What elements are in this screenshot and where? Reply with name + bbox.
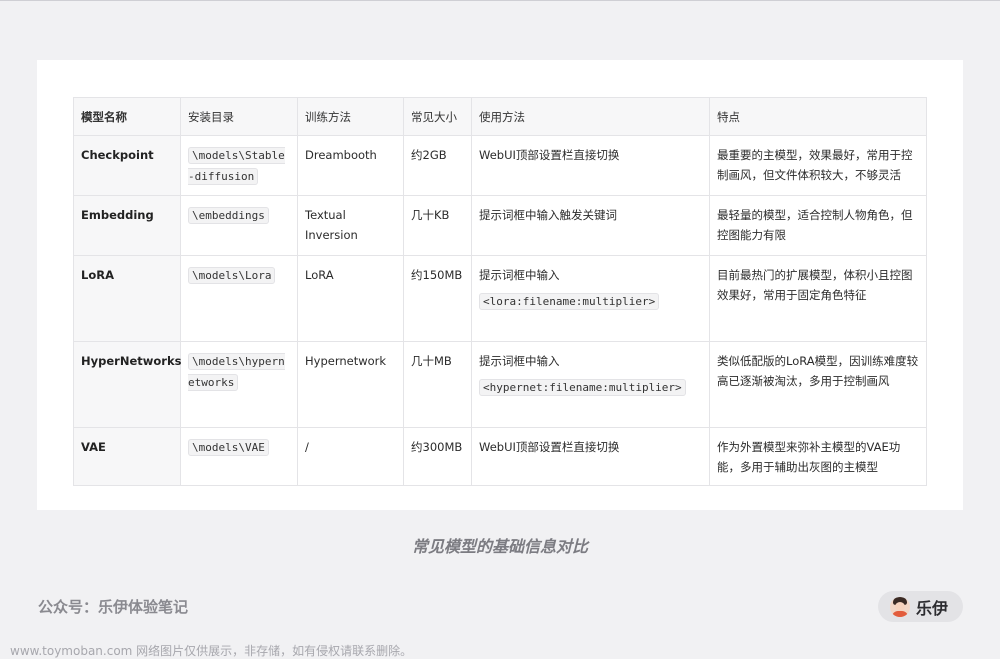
install-dir-cell: \models\Stable-diffusion bbox=[180, 135, 298, 196]
model-name-cell: LoRA bbox=[73, 255, 181, 342]
table-row: Embedding \embeddings Textual Inversion … bbox=[73, 195, 927, 256]
author-name: 乐伊 bbox=[916, 598, 949, 618]
install-dir-code: \models\VAE bbox=[188, 439, 269, 456]
features-cell: 类似低配版的LoRA模型，因训练难度较高已逐渐被淘汰，多用于控制画风 bbox=[709, 341, 927, 428]
install-dir-code: \models\Lora bbox=[188, 267, 276, 284]
model-name-cell: Embedding bbox=[73, 195, 181, 256]
training-method-cell: LoRA bbox=[297, 255, 404, 342]
model-comparison-table: 模型名称 安装目录 训练方法 常见大小 使用方法 特点 Checkpoint \… bbox=[73, 97, 927, 486]
header-cell: 训练方法 bbox=[297, 97, 404, 136]
training-method-cell: Hypernetwork bbox=[297, 341, 404, 428]
table-row: HyperNetworks \models\hypernetworks Hype… bbox=[73, 341, 927, 428]
install-dir-cell: \models\VAE bbox=[180, 427, 298, 486]
usage-cell: WebUI顶部设置栏直接切换 bbox=[471, 427, 710, 486]
author-badge[interactable]: 乐伊 bbox=[878, 591, 963, 622]
header-cell: 特点 bbox=[709, 97, 927, 136]
top-divider bbox=[0, 0, 1000, 1]
size-cell: 几十KB bbox=[403, 195, 472, 256]
header-cell: 常见大小 bbox=[403, 97, 472, 136]
usage-cell: 提示词框中输入触发关键词 bbox=[471, 195, 710, 256]
size-cell: 约300MB bbox=[403, 427, 472, 486]
install-dir-code: \models\Stable-diffusion bbox=[188, 147, 285, 185]
install-dir-code: \embeddings bbox=[188, 207, 269, 224]
install-dir-cell: \models\Lora bbox=[180, 255, 298, 342]
account-label: 公众号：乐伊体验笔记 bbox=[38, 598, 189, 616]
training-method-cell: Dreambooth bbox=[297, 135, 404, 196]
features-cell: 最轻量的模型，适合控制人物角色，但控图能力有限 bbox=[709, 195, 927, 256]
install-dir-cell: \models\hypernetworks bbox=[180, 341, 298, 428]
table-caption: 常见模型的基础信息对比 bbox=[411, 537, 588, 556]
header-cell: 使用方法 bbox=[471, 97, 710, 136]
table-row: VAE \models\VAE / 约300MB WebUI顶部设置栏直接切换 … bbox=[73, 427, 927, 486]
header-cell: 模型名称 bbox=[73, 97, 181, 136]
usage-code: <lora:filename:multiplier> bbox=[479, 293, 660, 310]
avatar-icon bbox=[890, 596, 910, 617]
usage-text: 提示词框中输入触发关键词 bbox=[479, 208, 617, 222]
table-row: Checkpoint \models\Stable-diffusion Drea… bbox=[73, 135, 927, 196]
watermark-text: www.toymoban.com 网络图片仅供展示，非存储，如有侵权请联系删除。 bbox=[10, 644, 413, 658]
header-cell: 安装目录 bbox=[180, 97, 298, 136]
usage-text: 提示词框中输入 bbox=[479, 268, 560, 282]
usage-text: WebUI顶部设置栏直接切换 bbox=[479, 148, 620, 162]
size-cell: 约2GB bbox=[403, 135, 472, 196]
install-dir-cell: \embeddings bbox=[180, 195, 298, 256]
content-card: 模型名称 安装目录 训练方法 常见大小 使用方法 特点 Checkpoint \… bbox=[37, 60, 963, 510]
model-name-cell: HyperNetworks bbox=[73, 341, 181, 428]
usage-text: WebUI顶部设置栏直接切换 bbox=[479, 440, 620, 454]
features-cell: 目前最热门的扩展模型，体积小且控图效果好，常用于固定角色特征 bbox=[709, 255, 927, 342]
features-cell: 最重要的主模型，效果最好，常用于控制画风，但文件体积较大，不够灵活 bbox=[709, 135, 927, 196]
model-name-cell: Checkpoint bbox=[73, 135, 181, 196]
size-cell: 约150MB bbox=[403, 255, 472, 342]
table-header-row: 模型名称 安装目录 训练方法 常见大小 使用方法 特点 bbox=[73, 97, 927, 136]
usage-cell: 提示词框中输入 <hypernet:filename:multiplier> bbox=[471, 341, 710, 428]
training-method-cell: Textual Inversion bbox=[297, 195, 404, 256]
usage-cell: WebUI顶部设置栏直接切换 bbox=[471, 135, 710, 196]
model-name-cell: VAE bbox=[73, 427, 181, 486]
table-row: LoRA \models\Lora LoRA 约150MB 提示词框中输入 <l… bbox=[73, 255, 927, 342]
usage-cell: 提示词框中输入 <lora:filename:multiplier> bbox=[471, 255, 710, 342]
features-cell: 作为外置模型来弥补主模型的VAE功能，多用于辅助出灰图的主模型 bbox=[709, 427, 927, 486]
training-method-cell: / bbox=[297, 427, 404, 486]
install-dir-code: \models\hypernetworks bbox=[188, 353, 285, 391]
usage-text: 提示词框中输入 bbox=[479, 354, 560, 368]
usage-code: <hypernet:filename:multiplier> bbox=[479, 379, 686, 396]
size-cell: 几十MB bbox=[403, 341, 472, 428]
